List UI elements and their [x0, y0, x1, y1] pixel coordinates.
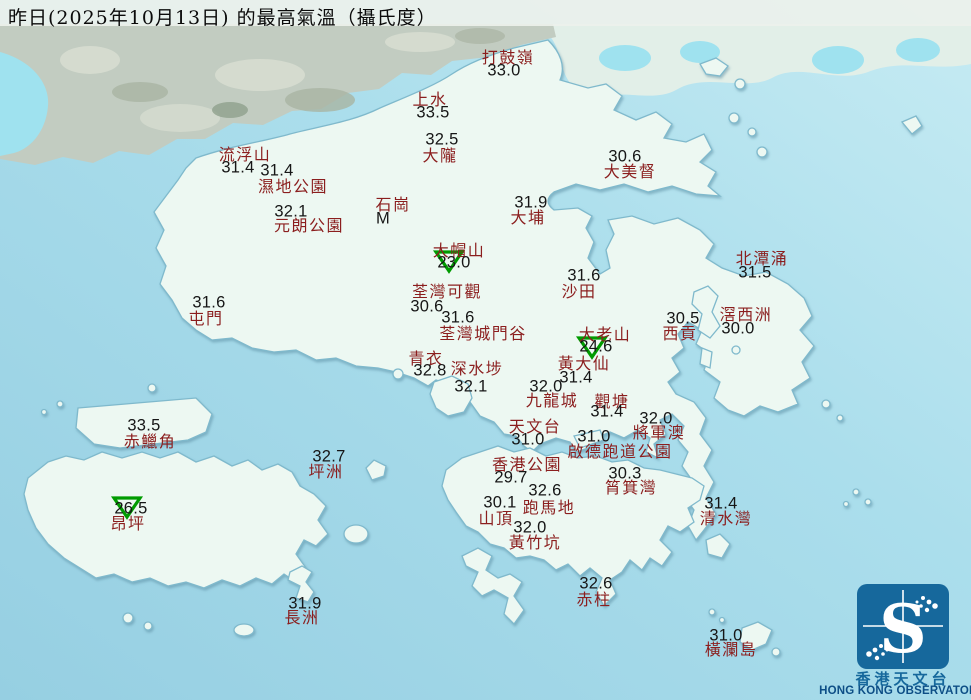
hko-name-english: HONG KONG OBSERVATORY [819, 685, 971, 697]
station-value: 31.9 [288, 594, 322, 613]
station-value: 31.6 [567, 266, 601, 285]
station-value: 31.4 [590, 402, 624, 421]
station-value: 31.5 [738, 263, 772, 282]
station-value: 32.0 [639, 409, 673, 428]
station-value: 32.6 [579, 574, 613, 593]
station-value: 26.5 [114, 499, 148, 518]
station-value: 32.5 [425, 130, 459, 149]
station-value: 33.5 [127, 416, 161, 435]
station-value: 31.0 [511, 430, 545, 449]
station-value: 33.0 [487, 61, 521, 80]
station-value: 31.0 [709, 626, 743, 645]
station-value: 32.0 [513, 518, 547, 537]
station-value: 31.4 [559, 368, 593, 387]
station-value: 31.4 [704, 494, 738, 513]
station-value: 32.6 [528, 481, 562, 500]
station-value: 31.4 [221, 158, 255, 177]
station-value: 23.0 [437, 253, 471, 272]
station-value: 32.0 [529, 377, 563, 396]
hong-kong-map [0, 0, 971, 700]
hko-logo-icon: S [857, 584, 949, 669]
station-value: 32.1 [274, 202, 308, 221]
station-value: 30.0 [721, 319, 755, 338]
hko-max-temperature-map: 昨日(2025年10月13日) 的最高氣溫（攝氏度） 33.0 打鼓嶺 33.5 上水… [0, 0, 971, 700]
station-value: 29.7 [494, 468, 528, 487]
station-value: 30.6 [410, 297, 444, 316]
station-value: 30.6 [608, 147, 642, 166]
station-value: 30.3 [608, 464, 642, 483]
station-label: 深水埗 [450, 359, 504, 378]
station-value: 30.1 [483, 493, 517, 512]
waglan-island [708, 608, 716, 616]
station-value: 31.0 [577, 427, 611, 446]
station-value: 31.4 [260, 161, 294, 180]
station-value: 30.5 [666, 309, 700, 328]
station-value: 32.1 [454, 377, 488, 396]
map-title: 昨日(2025年10月13日) 的最高氣溫（攝氏度） [8, 7, 437, 29]
station-value: 24.6 [579, 337, 613, 356]
station-value: 32.7 [312, 447, 346, 466]
station-value: 33.5 [416, 103, 450, 122]
station-value: 31.6 [192, 293, 226, 312]
svg-text:S: S [879, 590, 927, 668]
station-value: 32.8 [413, 361, 447, 380]
station-value: M [375, 209, 391, 228]
station-value: 31.9 [514, 193, 548, 212]
station-value: 31.6 [441, 308, 475, 327]
